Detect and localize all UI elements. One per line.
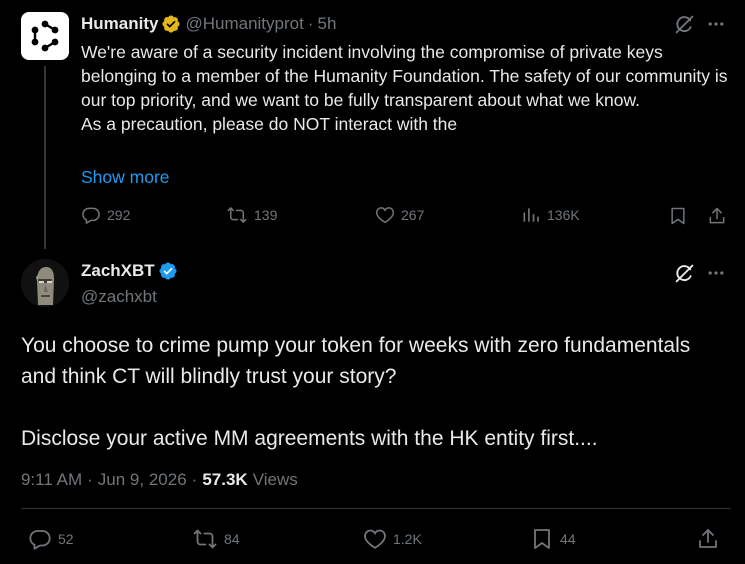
tweet-text-line: We're aware of a security incident invol… (81, 42, 728, 110)
separator-dot: · (307, 14, 314, 33)
parent-tweet-actions: 292 139 267 136K (81, 205, 736, 229)
author-handle[interactable]: @zachxbt (81, 287, 157, 307)
views-label: Views (252, 470, 298, 489)
main-top-actions (673, 262, 727, 284)
author-name[interactable]: Humanity (81, 14, 158, 34)
repost-count: 84 (224, 531, 240, 547)
repost-icon (227, 207, 247, 223)
verified-gold-badge-icon (161, 14, 181, 34)
more-icon[interactable] (705, 262, 727, 284)
parent-tweet-header: Humanity @Humanityprot · 5h (81, 13, 336, 35)
share-icon (709, 207, 725, 224)
views-count: 136K (547, 207, 580, 223)
share-icon (699, 529, 717, 548)
tweet-date[interactable]: Jun 9, 2026 (98, 470, 187, 490)
bookmark-count: 44 (560, 531, 576, 547)
divider (21, 508, 731, 509)
humanity-logo-icon (31, 20, 59, 52)
like-button[interactable]: 1.2K (363, 527, 422, 551)
thread-connector-line (44, 66, 46, 249)
parent-tweet[interactable]: Humanity @Humanityprot · 5h We're aware … (0, 0, 745, 250)
repost-count: 139 (254, 207, 278, 223)
separator-dot: · (87, 470, 93, 489)
main-tweet-actions: 52 84 1.2K 44 (21, 527, 731, 556)
reply-button[interactable]: 52 (28, 527, 74, 551)
author-handle[interactable]: @Humanityprot (185, 14, 303, 34)
share-button[interactable] (707, 205, 727, 227)
views-icon (523, 208, 539, 222)
reply-icon (29, 530, 51, 550)
reply-icon (82, 207, 100, 224)
tweet-paragraph: Disclose your active MM agreements with … (21, 427, 598, 450)
bookmark-icon (671, 207, 685, 225)
reply-count: 52 (58, 531, 74, 547)
grok-icon[interactable] (673, 13, 695, 35)
moai-avatar-icon (21, 259, 69, 307)
repost-icon (193, 529, 217, 549)
share-button[interactable] (696, 527, 720, 551)
parent-tweet-text: We're aware of a security incident invol… (81, 40, 736, 136)
separator-dot: · (191, 470, 198, 489)
author-name[interactable]: ZachXBT (81, 261, 155, 281)
bookmark-icon (534, 529, 550, 549)
main-tweet-text: You choose to crime pump your token for … (21, 330, 731, 454)
humanity-avatar[interactable] (21, 12, 69, 60)
bookmark-button[interactable]: 44 (530, 527, 576, 551)
views-count[interactable]: 57.3K (202, 470, 247, 490)
bookmark-button[interactable] (668, 205, 688, 227)
tweet-text-line: As a precaution, please do NOT interact … (81, 114, 458, 134)
repost-button[interactable]: 84 (192, 527, 240, 551)
tweet-meta: 9:11 AM · Jun 9, 2026 · 57.3K Views (21, 470, 298, 490)
main-tweet-header: ZachXBT (81, 261, 178, 281)
tweet-time[interactable]: 9:11 AM (21, 470, 82, 490)
reply-button[interactable]: 292 (81, 205, 130, 225)
tweet-time[interactable]: 5h (318, 14, 337, 34)
like-count: 1.2K (393, 531, 422, 547)
heart-icon (364, 529, 386, 549)
like-count: 267 (401, 207, 425, 223)
show-more-link[interactable]: Show more (81, 167, 170, 188)
reply-count: 292 (107, 207, 131, 223)
repost-button[interactable]: 139 (226, 205, 277, 225)
parent-top-actions (673, 13, 727, 35)
like-button[interactable]: 267 (375, 205, 424, 225)
main-tweet[interactable]: ZachXBT @zachxbt You choose to crime pum… (0, 250, 745, 564)
more-icon[interactable] (705, 13, 727, 35)
grok-icon[interactable] (673, 262, 695, 284)
views-button[interactable]: 136K (521, 205, 580, 225)
tweet-paragraph: You choose to crime pump your token for … (21, 334, 691, 388)
heart-icon (375, 207, 395, 224)
verified-blue-badge-icon (158, 261, 178, 281)
zachxbt-avatar[interactable] (21, 259, 69, 307)
